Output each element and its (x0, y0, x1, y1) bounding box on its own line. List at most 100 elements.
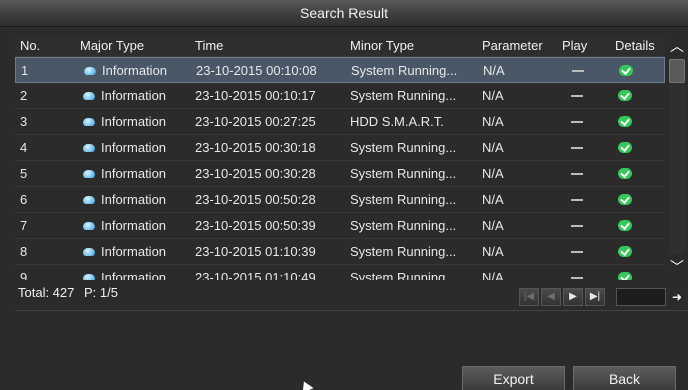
checkmark-icon[interactable] (618, 168, 632, 179)
dash-icon[interactable] (571, 121, 583, 123)
back-button[interactable]: Back (573, 366, 676, 390)
details-cell (617, 265, 637, 280)
details-cell (618, 58, 638, 84)
time-cell: 23-10-2015 00:27:25 (195, 114, 316, 129)
major-type-cell: Information (83, 83, 203, 109)
col-no[interactable]: No. (20, 35, 40, 57)
col-major-type[interactable]: Major Type (80, 35, 144, 57)
mouse-cursor-icon (298, 378, 314, 390)
details-cell (617, 239, 637, 265)
table-row[interactable]: 3 Information 23-10-2015 00:27:25 HDD S.M.A… (15, 109, 665, 135)
scroll-thumb[interactable] (669, 59, 685, 83)
major-type-cell: Information (83, 213, 203, 239)
dash-icon[interactable] (571, 95, 583, 97)
play-cell (567, 265, 591, 280)
time-cell: 23-10-2015 00:30:28 (195, 166, 316, 181)
major-type-cell: Information (83, 161, 203, 187)
dash-icon[interactable] (571, 147, 583, 149)
export-button[interactable]: Export (462, 366, 565, 390)
information-icon (83, 117, 95, 126)
minor-type-cell: System Running... (351, 63, 458, 78)
col-parameter[interactable]: Parameter (482, 35, 543, 57)
play-cell (567, 187, 591, 213)
major-type-text: Information (101, 88, 167, 103)
table-row[interactable]: 6 Information 23-10-2015 00:50:28 System Ru… (15, 187, 665, 213)
scroll-down-icon[interactable]: ﹀ (666, 256, 688, 278)
table-row[interactable]: 4 Information 23-10-2015 00:30:18 System Ru… (15, 135, 665, 161)
major-type-text: Information (102, 63, 168, 78)
minor-type-cell: System Running... (350, 244, 457, 259)
row-number: 9 (20, 270, 28, 280)
last-page-icon[interactable]: ▶| (585, 288, 605, 306)
time-cell: 23-10-2015 00:50:39 (195, 218, 316, 233)
col-details[interactable]: Details (615, 35, 655, 57)
checkmark-icon[interactable] (618, 220, 632, 231)
information-icon (83, 247, 95, 256)
table-row[interactable]: 1 Information 23-10-2015 00:10:08 System Ru… (15, 57, 665, 83)
play-cell (568, 58, 592, 84)
row-number: 4 (20, 140, 28, 155)
go-arrow-icon[interactable]: ➜ (668, 288, 686, 306)
dash-icon[interactable] (572, 70, 584, 72)
information-icon (83, 273, 95, 280)
checkmark-icon[interactable] (618, 246, 632, 257)
major-type-text: Information (101, 140, 167, 155)
dash-icon[interactable] (571, 173, 583, 175)
play-cell (567, 161, 591, 187)
col-minor-type[interactable]: Minor Type (350, 35, 414, 57)
checkmark-icon[interactable] (618, 116, 632, 127)
table-row[interactable]: 2 Information 23-10-2015 00:10:17 System Ru… (15, 83, 665, 109)
information-icon (83, 143, 95, 152)
information-icon (83, 169, 95, 178)
col-play[interactable]: Play (562, 35, 587, 57)
dash-icon[interactable] (571, 251, 583, 253)
major-type-text: Information (101, 244, 167, 259)
checkmark-icon[interactable] (618, 90, 632, 101)
minor-type-cell: System Running... (350, 166, 457, 181)
time-cell: 23-10-2015 00:10:17 (195, 88, 316, 103)
table-row[interactable]: 8 Information 23-10-2015 01:10:39 System Ru… (15, 239, 665, 265)
next-page-icon[interactable]: ▶ (563, 288, 583, 306)
prev-page-icon[interactable]: ◀ (541, 288, 561, 306)
table-row[interactable]: 7 Information 23-10-2015 00:50:39 System Ru… (15, 213, 665, 239)
play-cell (567, 213, 591, 239)
details-cell (617, 161, 637, 187)
minor-type-cell: System Running... (350, 270, 457, 280)
major-type-text: Information (101, 270, 167, 280)
page-number-input[interactable] (616, 288, 666, 306)
time-cell: 23-10-2015 01:10:39 (195, 244, 316, 259)
window-title: Search Result (0, 0, 688, 27)
page-label: P: 1/5 (84, 285, 118, 300)
checkmark-icon[interactable] (618, 194, 632, 205)
table-row[interactable]: 9 Information 23-10-2015 01:10:49 System Ru… (15, 265, 665, 280)
scroll-up-icon[interactable]: ︿ (666, 35, 688, 57)
details-cell (617, 109, 637, 135)
row-number: 2 (20, 88, 28, 103)
footer-divider (15, 310, 688, 311)
major-type-cell: Information (83, 109, 203, 135)
parameter-cell: N/A (482, 114, 504, 129)
col-time[interactable]: Time (195, 35, 223, 57)
play-cell (567, 239, 591, 265)
play-cell (567, 83, 591, 109)
checkmark-icon[interactable] (618, 142, 632, 153)
first-page-icon[interactable]: |◀ (519, 288, 539, 306)
major-type-text: Information (101, 114, 167, 129)
minor-type-cell: System Running... (350, 218, 457, 233)
checkmark-icon[interactable] (618, 272, 632, 280)
checkmark-icon[interactable] (619, 65, 633, 76)
row-number: 7 (20, 218, 28, 233)
dash-icon[interactable] (571, 225, 583, 227)
parameter-cell: N/A (482, 140, 504, 155)
vertical-scrollbar[interactable]: ︿ ﹀ (666, 35, 688, 280)
dash-icon[interactable] (571, 277, 583, 279)
time-cell: 23-10-2015 00:50:28 (195, 192, 316, 207)
major-type-cell: Information (83, 187, 203, 213)
search-result-window: Search Result No. Major Type Time Minor … (0, 0, 688, 390)
minor-type-cell: System Running... (350, 140, 457, 155)
dash-icon[interactable] (571, 199, 583, 201)
details-cell (617, 135, 637, 161)
scroll-track[interactable] (669, 59, 685, 254)
table-row[interactable]: 5 Information 23-10-2015 00:30:28 System Ru… (15, 161, 665, 187)
time-cell: 23-10-2015 01:10:49 (195, 270, 316, 280)
